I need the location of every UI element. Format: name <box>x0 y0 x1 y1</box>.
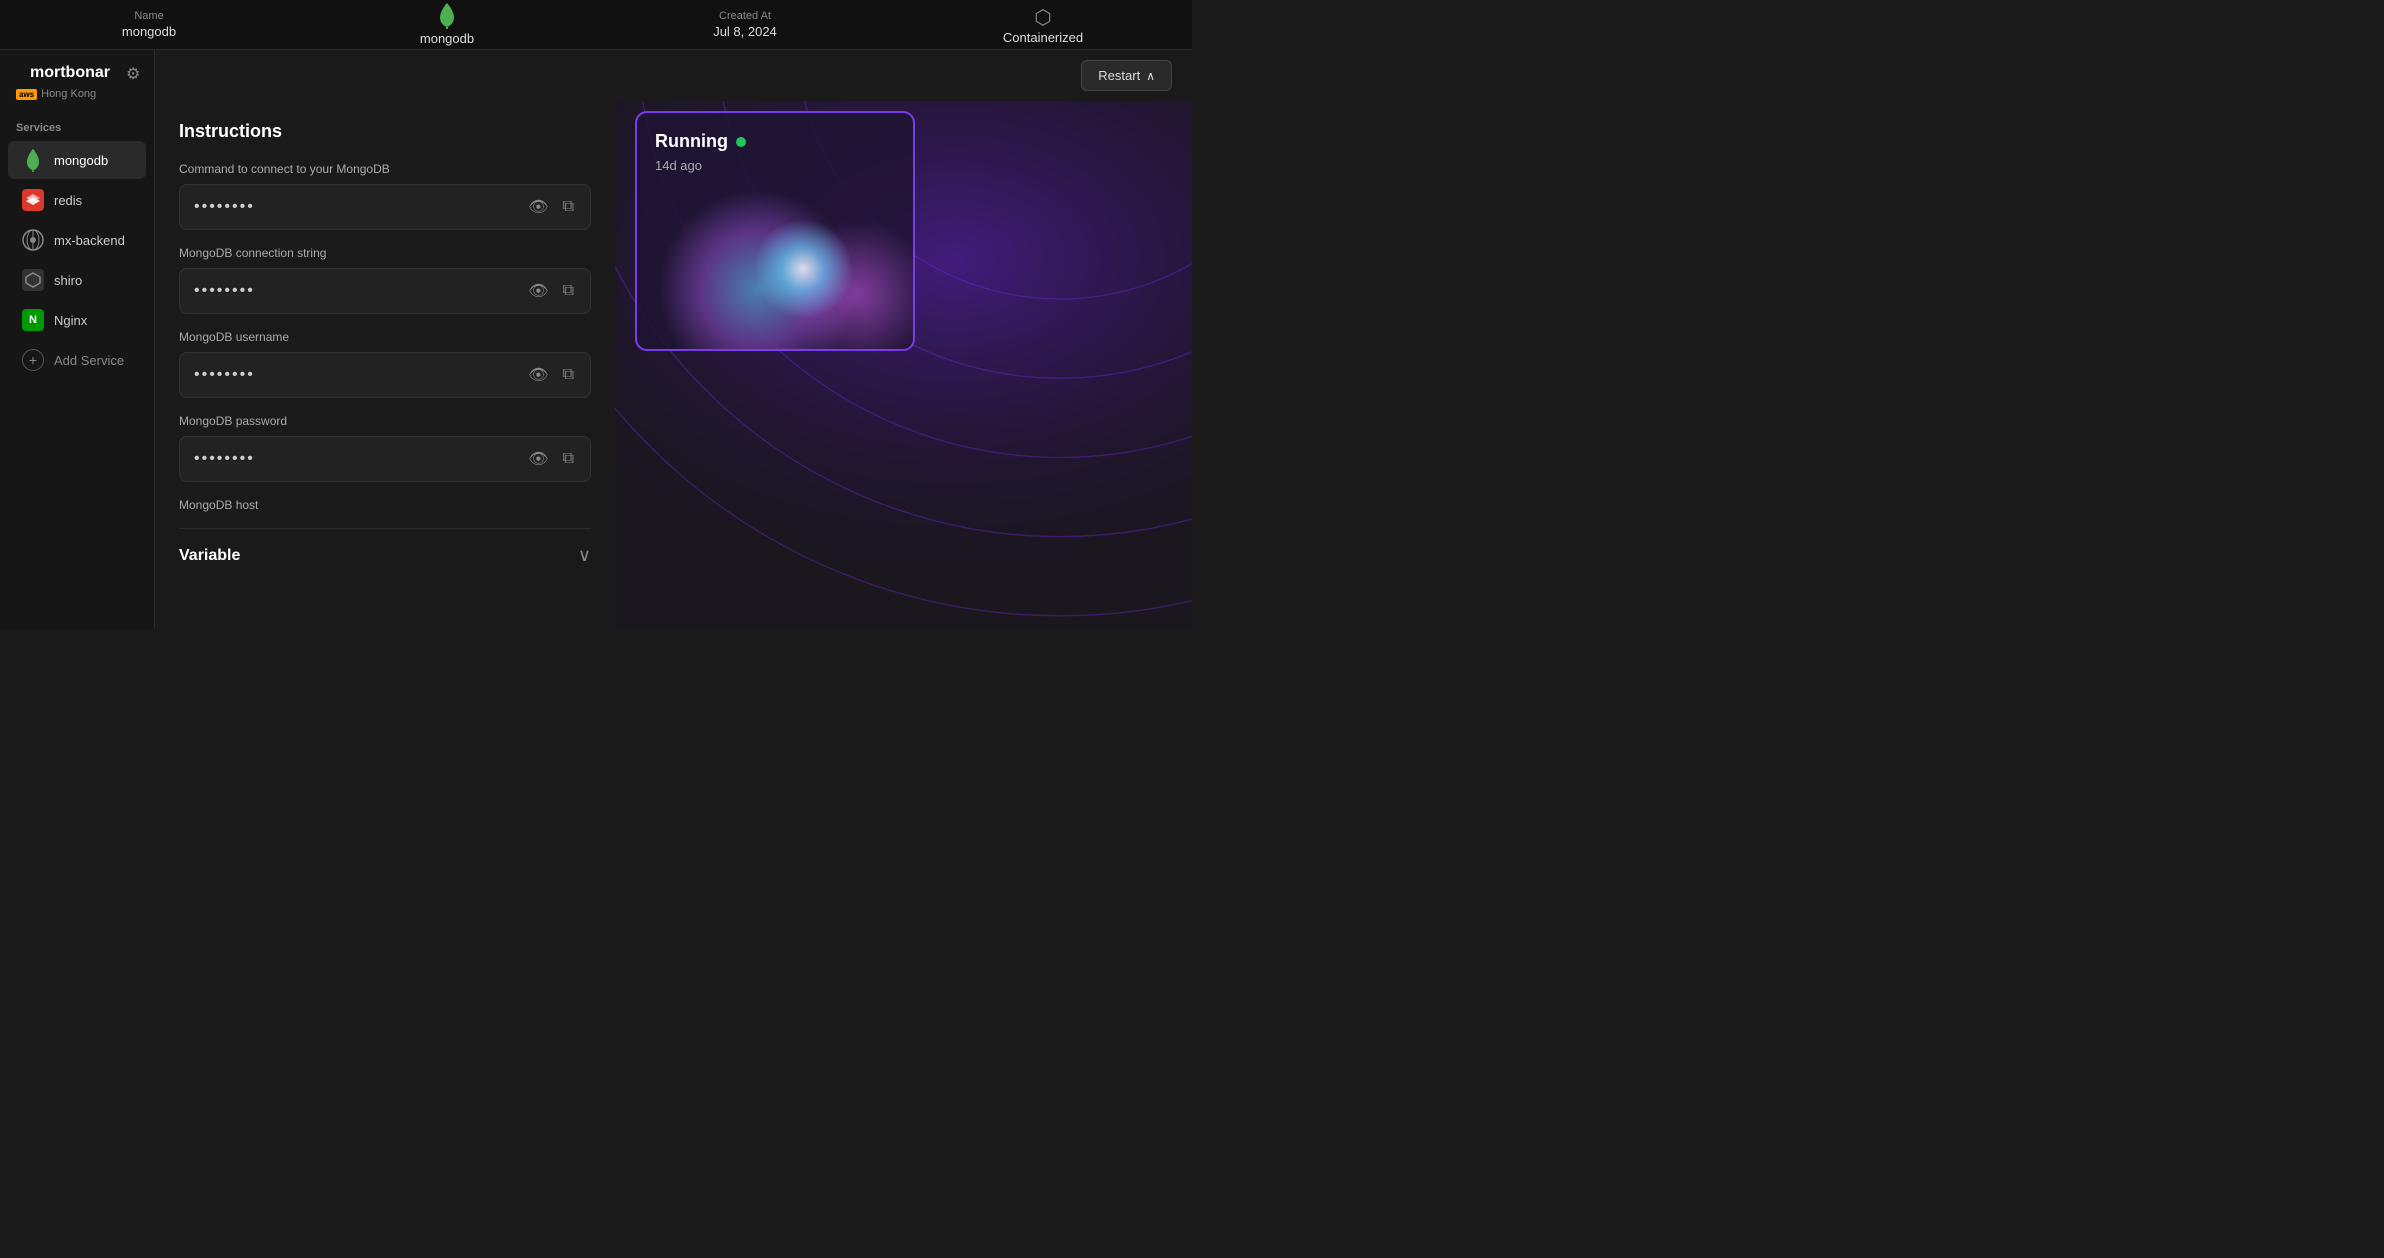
name-value: mongodb <box>122 24 176 39</box>
sidebar-item-shiro[interactable]: shiro <box>8 261 146 299</box>
sidebar-item-mongodb[interactable]: mongodb <box>8 141 146 179</box>
top-bar-name: Name mongodb <box>20 10 278 39</box>
redis-icon <box>22 189 44 211</box>
sidebar: mortbonar ⚙ aws Hong Kong Services mongo… <box>0 50 155 629</box>
secret-dots-1: •••••••• <box>194 282 255 300</box>
shiro-icon <box>22 269 44 291</box>
instructions-title: Instructions <box>179 121 591 142</box>
nginx-icon: N <box>22 309 44 331</box>
secret-actions-3: 👁 ⧉ <box>526 447 576 471</box>
content-header: Restart ∧ <box>155 50 1192 101</box>
mongodb-leaf-icon <box>439 3 455 29</box>
variable-chevron-down[interactable]: ∨ <box>578 545 591 566</box>
container-icon: ⬡ <box>1034 5 1051 30</box>
content-body: Instructions Command to connect to your … <box>155 101 1192 629</box>
top-bar-created: Created At Jul 8, 2024 <box>616 10 874 39</box>
copy-password-2[interactable]: ⧉ <box>561 364 576 386</box>
sidebar-item-label-mongodb: mongodb <box>54 153 108 168</box>
variable-title: Variable <box>179 547 240 565</box>
sidebar-item-redis[interactable]: redis <box>8 181 146 219</box>
secret-actions-0: 👁 ⧉ <box>526 195 576 219</box>
sidebar-item-mx-backend[interactable]: mx-backend <box>8 221 146 259</box>
show-password-0[interactable]: 👁 <box>526 195 550 219</box>
show-password-1[interactable]: 👁 <box>526 279 550 303</box>
top-bar: Name mongodb mongodb Created At Jul 8, 2… <box>0 0 1192 50</box>
running-time: 14d ago <box>655 158 895 173</box>
field-password: MongoDB password •••••••• 👁 ⧉ <box>179 414 591 482</box>
field-label-1: MongoDB connection string <box>179 246 591 260</box>
mongo-icon-label: mongodb <box>420 31 474 46</box>
status-text: Running <box>655 131 728 152</box>
field-label-2: MongoDB username <box>179 330 591 344</box>
sidebar-item-add-service[interactable]: + Add Service <box>8 341 146 379</box>
secret-input-3: •••••••• 👁 ⧉ <box>179 436 591 482</box>
secret-actions-1: 👁 ⧉ <box>526 279 576 303</box>
field-connect-command: Command to connect to your MongoDB •••••… <box>179 162 591 230</box>
chevron-up-icon: ∧ <box>1146 69 1155 83</box>
add-service-icon: + <box>22 349 44 371</box>
settings-icon[interactable]: ⚙ <box>126 64 140 84</box>
secret-input-1: •••••••• 👁 ⧉ <box>179 268 591 314</box>
field-host: MongoDB host <box>179 498 591 512</box>
main-layout: mortbonar ⚙ aws Hong Kong Services mongo… <box>0 50 1192 629</box>
top-bar-type: ⬡ Containerized <box>914 5 1172 45</box>
show-password-2[interactable]: 👁 <box>526 363 550 387</box>
field-label-4: MongoDB host <box>179 498 591 512</box>
secret-dots-2: •••••••• <box>194 366 255 384</box>
top-bar-mongo-icon-col: mongodb <box>318 3 576 46</box>
created-label: Created At <box>719 10 771 22</box>
copy-password-3[interactable]: ⧉ <box>561 448 576 470</box>
right-panel: Running 14d ago <box>615 101 1192 629</box>
copy-password-0[interactable]: ⧉ <box>561 196 576 218</box>
restart-button[interactable]: Restart ∧ <box>1081 60 1172 91</box>
sidebar-item-label-mx-backend: mx-backend <box>54 233 125 248</box>
field-label-0: Command to connect to your MongoDB <box>179 162 591 176</box>
sidebar-item-label-shiro: shiro <box>54 273 82 288</box>
field-username: MongoDB username •••••••• 👁 ⧉ <box>179 330 591 398</box>
running-card: Running 14d ago <box>635 111 915 351</box>
secret-input-0: •••••••• 👁 ⧉ <box>179 184 591 230</box>
mx-icon <box>22 229 44 251</box>
sidebar-section-label: Services <box>0 114 154 140</box>
running-status: Running <box>655 131 895 152</box>
field-connection-string: MongoDB connection string •••••••• 👁 ⧉ <box>179 246 591 314</box>
field-label-3: MongoDB password <box>179 414 591 428</box>
glow-effect-3 <box>753 219 853 319</box>
variable-section: Variable ∨ <box>179 528 591 574</box>
sidebar-item-label-redis: redis <box>54 193 82 208</box>
secret-input-2: •••••••• 👁 ⧉ <box>179 352 591 398</box>
name-label: Name <box>134 10 163 22</box>
app-region: aws Hong Kong <box>0 88 154 114</box>
status-indicator <box>736 137 746 147</box>
secret-actions-2: 👁 ⧉ <box>526 363 576 387</box>
content-area: Restart ∧ Instructions Command to connec… <box>155 50 1192 629</box>
instructions-panel: Instructions Command to connect to your … <box>155 101 615 629</box>
show-password-3[interactable]: 👁 <box>526 447 550 471</box>
type-value: Containerized <box>1003 30 1083 45</box>
secret-dots-0: •••••••• <box>194 198 255 216</box>
app-name: mortbonar <box>14 64 126 84</box>
copy-password-1[interactable]: ⧉ <box>561 280 576 302</box>
add-service-label: Add Service <box>54 353 124 368</box>
region-text: Hong Kong <box>41 88 96 100</box>
secret-dots-3: •••••••• <box>194 450 255 468</box>
restart-label: Restart <box>1098 68 1140 83</box>
sidebar-item-nginx[interactable]: N Nginx <box>8 301 146 339</box>
sidebar-item-label-nginx: Nginx <box>54 313 87 328</box>
aws-badge: aws <box>16 89 37 100</box>
created-value: Jul 8, 2024 <box>713 24 777 39</box>
mongo-icon <box>22 149 44 171</box>
